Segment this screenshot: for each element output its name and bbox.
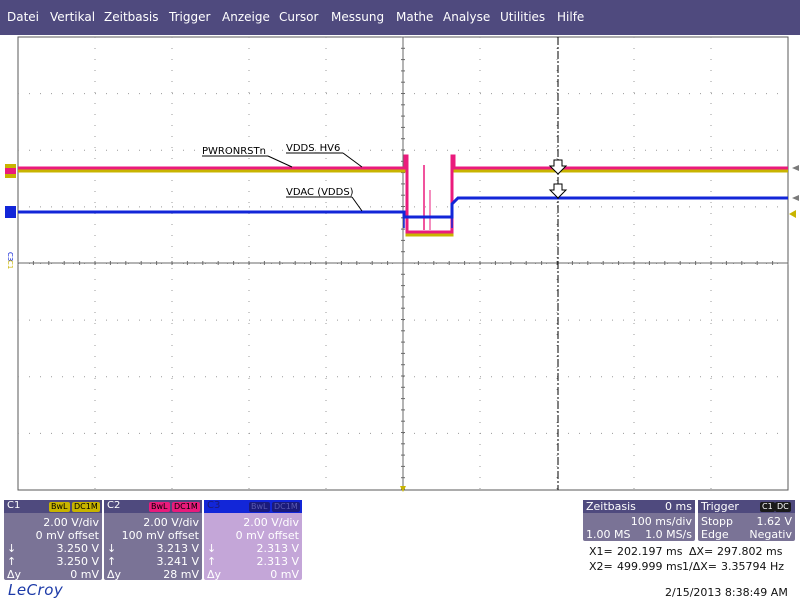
waveform-display[interactable]: PWRONRSTn VDDS_HV6 VDAC (VDDS) C3 C1: [0, 35, 800, 495]
menu-utilities[interactable]: Utilities: [500, 10, 545, 24]
c1-coupling-tag: DC1M: [72, 502, 100, 512]
c3-dy-label: Δy: [207, 568, 222, 581]
trigger-level-marker[interactable]: [789, 210, 796, 218]
down-arrow-icon: ↓: [107, 542, 117, 555]
c1-bwl-tag: BwL: [49, 502, 70, 512]
trigger-dc-tag: DC: [775, 502, 791, 512]
cursor-x2-label: X2=: [589, 560, 613, 573]
channel-c2-panel[interactable]: C2 BwL DC1M 2.00 V/div 100 mV offset ↓ 3…: [104, 500, 202, 581]
menu-vertikal[interactable]: Vertikal: [50, 10, 95, 24]
cursor-dx-label: ΔX=: [689, 545, 714, 558]
channel-c3-panel[interactable]: C3 BwL DC1M 2.00 V/div 0 mV offset ↓ 2.3…: [204, 500, 302, 581]
trigger-header: Trigger C1 DC: [698, 500, 795, 513]
label-pwronrstn: PWRONRSTn: [202, 146, 266, 157]
brand-logo: LeCroy: [8, 581, 64, 599]
menu-analyse[interactable]: Analyse: [443, 10, 490, 24]
c2-offset: 100 mV offset: [121, 529, 199, 542]
cursor-inv-value: 3.35794 Hz: [721, 560, 785, 573]
label-vdac: VDAC (VDDS): [286, 187, 354, 198]
c2-dy-label: Δy: [107, 568, 122, 581]
menu-zeitbasis[interactable]: Zeitbasis: [104, 10, 158, 24]
c2-ground-marker-inner: [5, 168, 16, 174]
trigger-type: Edge: [701, 528, 729, 541]
menu-trigger[interactable]: Trigger: [169, 10, 210, 24]
timebase-delay: 0 ms: [665, 500, 692, 513]
c3-bwl-tag: BwL: [249, 502, 270, 512]
up-arrow-icon: ↑: [207, 555, 217, 568]
c3-dy-value: 0 mV: [270, 568, 299, 581]
c3-down-value: 2.313 V: [256, 542, 299, 555]
timebase-rate: 1.0 MS/s: [645, 528, 692, 541]
timebase-header: Zeitbasis 0 ms: [583, 500, 695, 513]
c1-down-value: 3.250 V: [56, 542, 99, 555]
c3-up-value: 2.313 V: [256, 555, 299, 568]
c2-bwl-tag: BwL: [149, 502, 170, 512]
c1-dy-label: Δy: [7, 568, 22, 581]
trigger-mode: Stopp: [701, 515, 733, 528]
menu-bar: Datei Vertikal Zeitbasis Trigger Anzeige…: [0, 0, 800, 35]
c3-ground-marker[interactable]: [5, 206, 16, 218]
channel-c3-id: C3: [207, 500, 221, 511]
down-arrow-icon: ↓: [7, 542, 17, 555]
c3-vdiv: 2.00 V/div: [243, 516, 299, 529]
c2-down-value: 3.213 V: [156, 542, 199, 555]
c1-up-value: 3.250 V: [56, 555, 99, 568]
timebase-panel[interactable]: Zeitbasis 0 ms 100 ms/div 1.00 MS 1.0 MS…: [583, 500, 695, 541]
channel-c1-panel[interactable]: C1 BwL DC1M 2.00 V/div 0 mV offset ↓ 3.2…: [4, 500, 102, 581]
menu-datei[interactable]: Datei: [7, 10, 39, 24]
menu-mathe[interactable]: Mathe: [396, 10, 433, 24]
trigger-label: Trigger: [701, 500, 739, 513]
c2-dy-value: 28 mV: [163, 568, 199, 581]
channel-c3-header: C3 BwL DC1M: [204, 500, 302, 513]
menu-hilfe[interactable]: Hilfe: [557, 10, 584, 24]
channel-c1-header: C1 BwL DC1M: [4, 500, 102, 513]
right-marker-c2: [792, 165, 799, 171]
cursor-dx-value: 297.802 ms: [717, 545, 783, 558]
timestamp: 2/15/2013 8:38:49 AM: [665, 586, 788, 599]
c1-vdiv: 2.00 V/div: [43, 516, 99, 529]
c1-dy-value: 0 mV: [70, 568, 99, 581]
right-marker-c3: [792, 195, 799, 201]
channel-c1-id: C1: [7, 500, 21, 511]
menu-cursor[interactable]: Cursor: [279, 10, 318, 24]
trigger-level: 1.62 V: [756, 515, 792, 528]
cursor-inv-label: 1/ΔX=: [682, 560, 717, 573]
c1-offset: 0 mV offset: [35, 529, 99, 542]
down-arrow-icon: ↓: [207, 542, 217, 555]
cursor-readout: X1= 202.197 ms ΔX= 297.802 ms X2= 499.99…: [583, 543, 795, 577]
channel-c2-id: C2: [107, 500, 121, 511]
label-vdds-hv6: VDDS_HV6: [286, 143, 340, 154]
menu-messung[interactable]: Messung: [331, 10, 384, 24]
trigger-panel[interactable]: Trigger C1 DC Stopp 1.62 V Edge Negativ: [698, 500, 795, 541]
up-arrow-icon: ↑: [7, 555, 17, 568]
c1-label-marker: C1: [6, 260, 14, 269]
timebase-samples: 1.00 MS: [586, 528, 631, 541]
channel-c2-header: C2 BwL DC1M: [104, 500, 202, 513]
cursor-x1-label: X1=: [589, 545, 613, 558]
up-arrow-icon: ↑: [107, 555, 117, 568]
c2-up-value: 3.241 V: [156, 555, 199, 568]
timebase-tdiv: 100 ms/div: [630, 515, 692, 528]
timebase-label: Zeitbasis: [586, 500, 636, 513]
trigger-slope: Negativ: [749, 528, 792, 541]
c3-offset: 0 mV offset: [235, 529, 299, 542]
c3-coupling-tag: DC1M: [272, 502, 300, 512]
cursor-x2-value: 499.999 ms: [617, 560, 683, 573]
menu-anzeige[interactable]: Anzeige: [222, 10, 270, 24]
c2-vdiv: 2.00 V/div: [143, 516, 199, 529]
c2-coupling-tag: DC1M: [172, 502, 200, 512]
trigger-ch-tag: C1: [760, 502, 775, 512]
cursor-x1-value: 202.197 ms: [617, 545, 683, 558]
